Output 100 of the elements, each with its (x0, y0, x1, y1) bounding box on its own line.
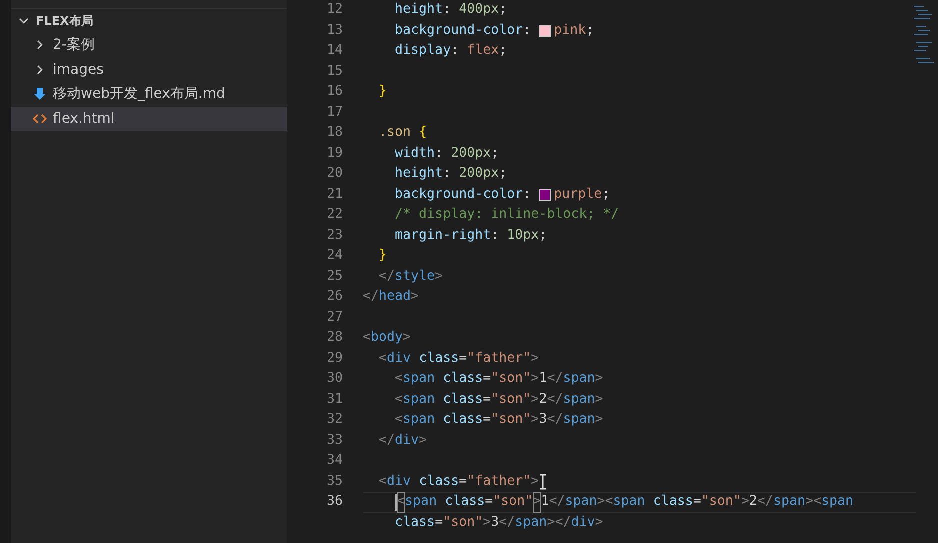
string-value: pink (554, 22, 586, 40)
color-swatch[interactable] (539, 24, 552, 37)
tag-bracket: </ (379, 432, 396, 450)
property-name: margin-right (395, 226, 492, 244)
folder-header[interactable]: FLEX布局 (11, 9, 287, 33)
tag-bracket: > (419, 432, 428, 450)
line-number: 29 (326, 350, 343, 368)
line-number: 25 (326, 268, 343, 286)
punctuation: ; (602, 186, 610, 204)
punctuation: = (693, 493, 702, 511)
tag-bracket: </ (547, 411, 564, 429)
css-selector: .son (379, 124, 412, 142)
string-value: "son" (493, 493, 534, 511)
file-tree-item[interactable]: images (11, 58, 287, 82)
string-value: "son" (491, 390, 532, 408)
line-number: 20 (326, 165, 343, 183)
code-brackets-icon (33, 112, 47, 126)
line-number: 18 (326, 124, 343, 142)
string-value: "son" (491, 411, 532, 429)
string-value: "son" (491, 370, 532, 388)
punctuation: = (485, 493, 494, 511)
line-number: 12 (326, 1, 343, 19)
tag-bracket: > (531, 370, 540, 388)
property-value: 200px (451, 144, 492, 162)
file-tree-item[interactable]: 2-案例 (11, 33, 287, 58)
tag-bracket: < (395, 390, 404, 408)
text-content: 3 (491, 514, 500, 532)
tag-bracket: < (379, 350, 388, 368)
attribute-name: class (395, 514, 436, 532)
line-number: 36 (326, 493, 343, 511)
string-value: "father" (467, 472, 532, 490)
tag-name: span (403, 411, 436, 429)
tag-bracket: > (411, 288, 420, 306)
punctuation: : (435, 144, 444, 162)
file-tree-item[interactable]: 移动web开发_flex布局.md (11, 82, 287, 106)
tag-bracket: < (395, 370, 404, 388)
property-name: height (395, 1, 444, 19)
line-number: 31 (326, 390, 343, 408)
tag-bracket: > (531, 411, 540, 429)
brace: { (419, 124, 428, 142)
tag-name: div (387, 350, 412, 368)
punctuation: = (459, 350, 468, 368)
tag-bracket: < (379, 472, 388, 490)
property-value: 10px (507, 226, 540, 244)
text-content: 3 (539, 411, 548, 429)
tag-bracket: >< (597, 493, 614, 511)
attribute-name: class (653, 493, 694, 511)
line-number: 22 (326, 206, 343, 224)
file-tree-item[interactable]: flex.html (11, 106, 287, 131)
punctuation: = (483, 411, 492, 429)
string-value: "son" (701, 493, 742, 511)
punctuation: ; (539, 226, 548, 244)
attribute-name: class (419, 350, 460, 368)
line-number: 16 (326, 83, 343, 101)
tag-bracket: > (435, 268, 444, 286)
property-name: height (395, 165, 444, 183)
tag-bracket: </ (547, 390, 564, 408)
punctuation: : (451, 42, 460, 60)
string-value: purple (554, 186, 602, 204)
line-number: 33 (326, 432, 343, 450)
tag-bracket: > (531, 350, 540, 368)
tag-bracket: </ (547, 370, 564, 388)
line-number: 15 (326, 62, 343, 80)
string-value: "son" (443, 514, 484, 532)
tag-name: span (563, 411, 596, 429)
attribute-name: class (445, 493, 486, 511)
attribute-name: class (419, 472, 460, 490)
tag-bracket: < (363, 329, 372, 347)
tag-name: style (395, 268, 436, 286)
tag-bracket: > (531, 390, 540, 408)
line-number: 26 (326, 288, 343, 306)
tag-bracket: </ (379, 268, 396, 286)
tag-bracket: < (395, 411, 404, 429)
punctuation: = (459, 472, 468, 490)
punctuation: ; (499, 42, 508, 60)
line-number: 17 (326, 104, 343, 122)
tag-name: body (371, 329, 404, 347)
line-number: 27 (326, 308, 343, 326)
punctuation: ; (499, 1, 508, 19)
attribute-name: class (443, 390, 484, 408)
color-swatch[interactable] (539, 188, 552, 201)
text-content: 2 (749, 493, 758, 511)
property-value: 200px (459, 165, 500, 183)
property-name: background-color (395, 22, 524, 40)
punctuation: : (491, 226, 500, 244)
punctuation: : (443, 1, 452, 19)
line-number: 34 (326, 452, 343, 470)
tag-bracket: ></ (547, 514, 572, 532)
punctuation: = (483, 390, 492, 408)
line-number: 21 (326, 186, 343, 204)
property-name: width (395, 144, 436, 162)
tag-name: span (773, 493, 806, 511)
punctuation: ; (586, 22, 594, 40)
punctuation: ; (499, 165, 508, 183)
tag-bracket: </ (549, 493, 566, 511)
punctuation: : (523, 186, 532, 204)
tag-bracket: >< (805, 493, 822, 511)
string-value: flex (467, 42, 500, 60)
line-number: 23 (326, 226, 343, 244)
tag-name: span (403, 390, 436, 408)
